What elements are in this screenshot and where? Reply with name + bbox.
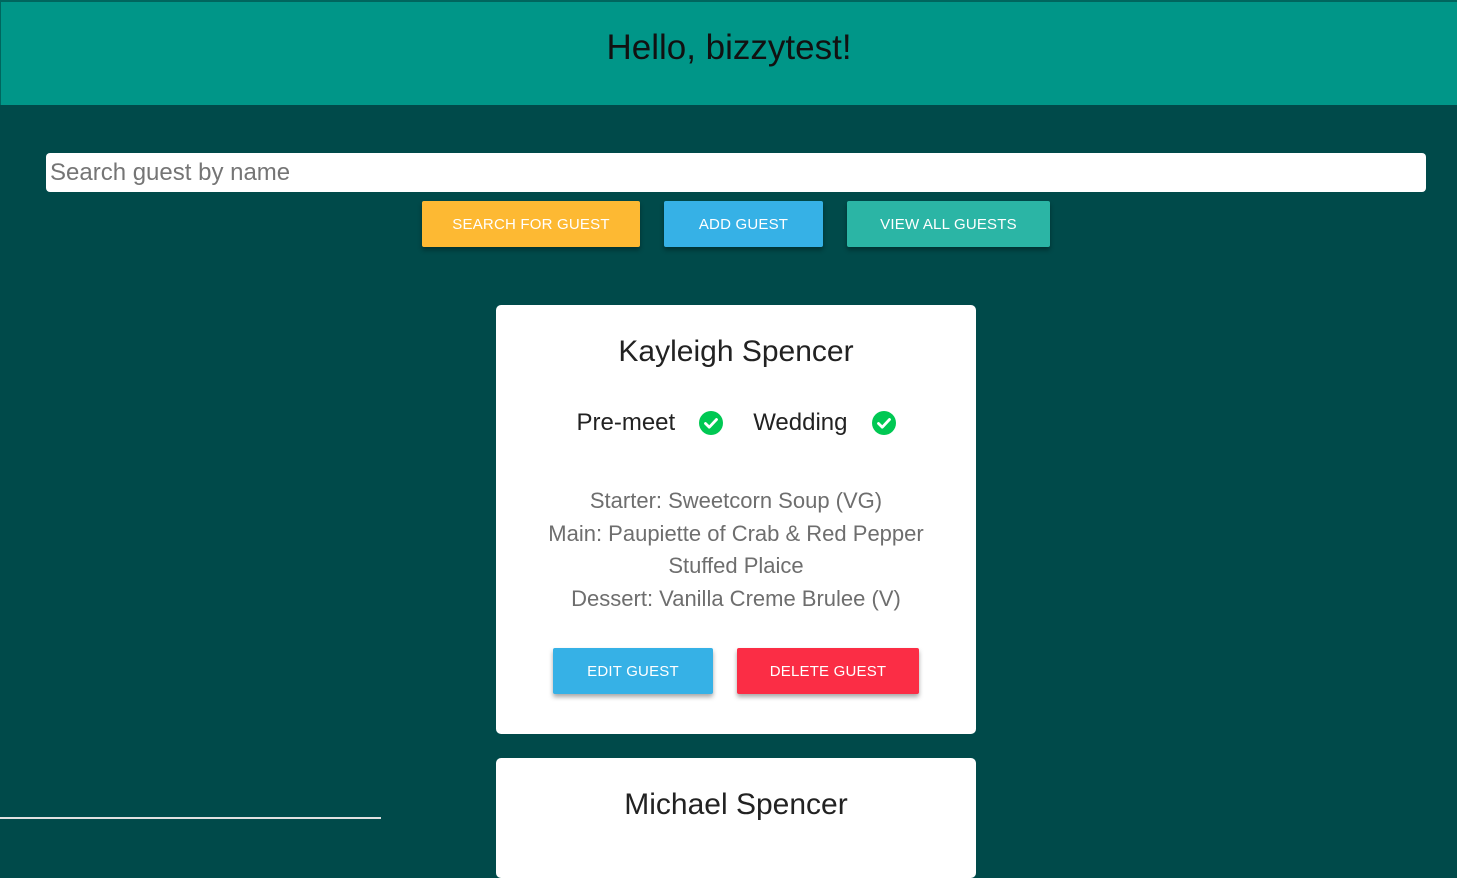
event-attendance: Pre-meet Wedding: [496, 409, 976, 437]
page-header: Hello, bizzytest!: [0, 0, 1457, 105]
search-input[interactable]: [46, 153, 1426, 192]
guest-card: Michael Spencer: [496, 758, 976, 878]
delete-guest-button[interactable]: Delete guest: [737, 648, 919, 694]
guest-name: Kayleigh Spencer: [618, 335, 854, 368]
view-all-guests-button[interactable]: View all guests: [847, 201, 1050, 247]
add-guest-button[interactable]: Add guest: [664, 201, 823, 247]
event-pre-meet: Pre-meet: [577, 409, 724, 437]
event-label: Pre-meet: [576, 409, 676, 436]
check-circle-icon: [871, 411, 896, 435]
search-for-guest-button[interactable]: Search for guest: [422, 201, 640, 247]
guest-name: Michael Spencer: [624, 788, 848, 821]
event-label: Wedding: [753, 409, 848, 436]
guest-card: Kayleigh Spencer Pre-meet Wedding Starte…: [496, 305, 976, 734]
event-wedding: Wedding: [753, 409, 896, 437]
edit-guest-button[interactable]: Edit guest: [553, 648, 713, 694]
greeting-title: Hello, bizzytest!: [606, 27, 852, 67]
menu-choices: Starter: Sweetcorn Soup (VG) Main: Paupi…: [496, 485, 976, 615]
menu-starter: Starter: Sweetcorn Soup (VG): [589, 488, 883, 513]
menu-main: Main: Paupiette of Crab & Red Pepper Stu…: [548, 520, 924, 579]
menu-dessert: Dessert: Vanilla Creme Brulee (V): [571, 585, 901, 611]
check-circle-icon: [699, 411, 724, 435]
